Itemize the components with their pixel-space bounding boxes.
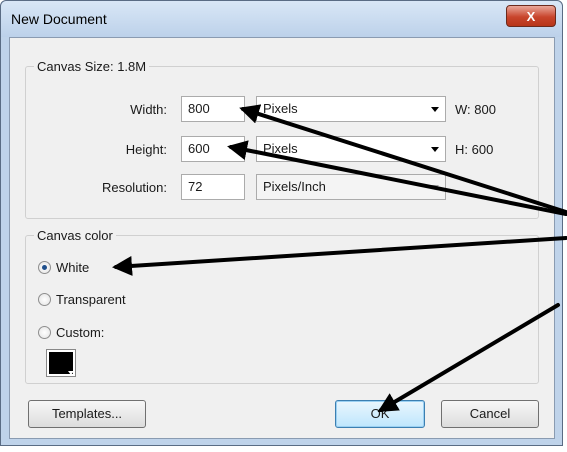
width-readout: W: 800 (455, 102, 496, 117)
resolution-input[interactable]: 72 (181, 174, 245, 200)
close-icon: X (526, 9, 536, 24)
height-readout: H: 600 (455, 142, 494, 157)
dialog-title: New Document (11, 11, 107, 27)
resolution-unit-value: Pixels/Inch (263, 179, 326, 194)
height-unit-value: Pixels (263, 141, 298, 156)
radio-white-label: White (56, 259, 90, 275)
title-bar[interactable]: New Document X (1, 1, 562, 37)
canvas-size-legend: Canvas Size: 1.8M (37, 59, 147, 74)
canvas-color-group: Canvas color White Transparent Custom: (25, 228, 539, 384)
dialog-body: Canvas Size: 1.8M Width: 800 Pixels W: 8… (9, 37, 555, 439)
width-unit-select[interactable]: Pixels (256, 96, 446, 122)
dropdown-corner-icon (68, 371, 74, 375)
chevron-down-icon (431, 107, 439, 112)
width-input[interactable]: 800 (181, 96, 245, 122)
width-unit-value: Pixels (263, 101, 298, 116)
resolution-unit-select[interactable]: Pixels/Inch (256, 174, 446, 200)
cancel-button[interactable]: Cancel (441, 400, 539, 428)
custom-color-swatch[interactable] (46, 349, 76, 377)
radio-button[interactable] (38, 292, 51, 306)
chevron-down-icon (431, 147, 439, 152)
height-label: Height: (125, 142, 167, 157)
width-label: Width: (130, 102, 167, 117)
radio-transparent-label: Transparent (56, 291, 126, 307)
chevron-down-icon (431, 185, 439, 190)
new-document-dialog: New Document X Canvas Size: 1.8M Width: … (0, 0, 563, 446)
resolution-label: Resolution: (101, 180, 167, 195)
ok-button[interactable]: OK (335, 400, 425, 428)
radio-button[interactable] (38, 325, 51, 339)
templates-button[interactable]: Templates... (28, 400, 146, 428)
canvas-color-legend: Canvas color (37, 228, 113, 243)
radio-transparent[interactable]: Transparent (38, 289, 126, 309)
radio-button[interactable] (38, 260, 51, 274)
radio-custom[interactable]: Custom: (38, 322, 104, 342)
height-input[interactable]: 600 (181, 136, 245, 162)
radio-custom-label: Custom: (56, 324, 105, 340)
radio-white[interactable]: White (38, 257, 89, 277)
close-button[interactable]: X (506, 5, 556, 27)
height-unit-select[interactable]: Pixels (256, 136, 446, 162)
